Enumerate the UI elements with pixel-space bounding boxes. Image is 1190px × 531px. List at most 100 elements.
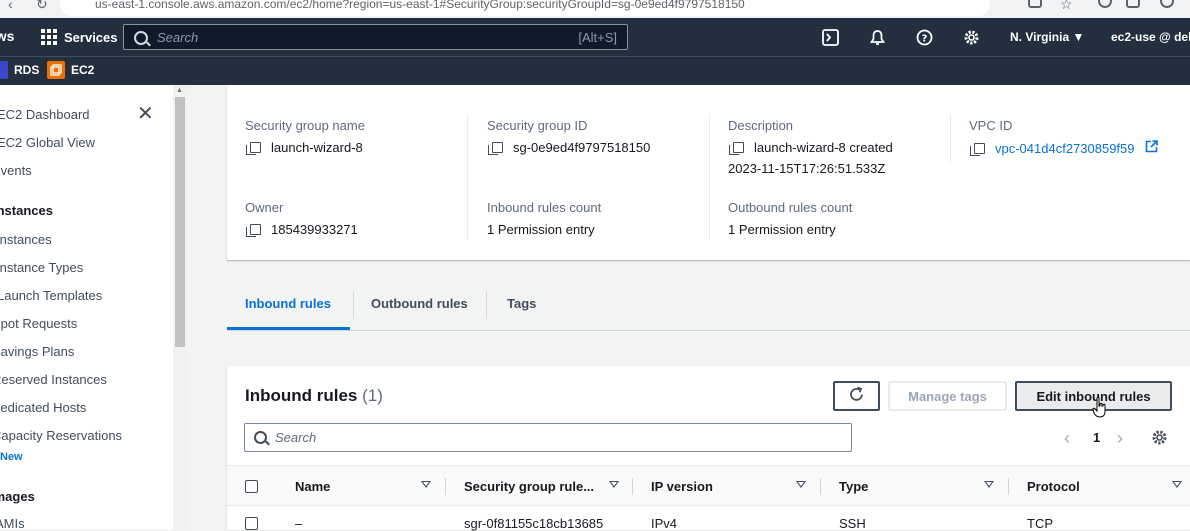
download-icon[interactable] <box>1126 0 1140 8</box>
browser-chrome: ‹ ↻ us-east-1.console.aws.amazon.com/ec2… <box>0 0 1190 18</box>
nav-dedicated-hosts[interactable]: Dedicated Hosts <box>0 400 86 415</box>
rules-search-placeholder: Search <box>275 430 317 445</box>
owner-value: 185439933271 <box>246 222 358 237</box>
global-search-input[interactable]: Search [Alt+S] <box>123 24 628 50</box>
favorite-ec2-label: EC2 <box>71 63 95 77</box>
vpc-id-value: vpc-041d4cf2730859f59 <box>970 140 1158 156</box>
search-icon <box>254 431 267 444</box>
bell-icon[interactable] <box>868 28 886 46</box>
region-selector[interactable]: N. Virginia ▼ <box>1010 30 1084 44</box>
sidebar-scrollbar[interactable]: ▲ <box>173 85 187 529</box>
nav-section-instances[interactable]: Instances <box>0 203 53 218</box>
divider <box>709 114 710 240</box>
bookmark-star-icon[interactable]: ☆ <box>1060 0 1073 13</box>
filter-icon[interactable] <box>796 481 806 488</box>
caret-down-icon: ▼ <box>1072 30 1085 44</box>
copy-icon[interactable] <box>246 224 261 237</box>
extensions-icon[interactable] <box>1098 0 1112 8</box>
new-badge: New <box>0 451 23 463</box>
copy-icon[interactable] <box>729 142 744 155</box>
grid-icon <box>41 29 57 45</box>
help-icon[interactable]: ? <box>915 28 933 46</box>
description-label: Description <box>728 118 794 133</box>
manage-tags-button[interactable]: Manage tags <box>888 381 1007 411</box>
account-menu[interactable]: ec2-use @ dele <box>1111 30 1190 44</box>
column-header-name[interactable]: Name <box>295 479 330 494</box>
reload-icon[interactable]: ↻ <box>36 0 48 13</box>
column-header-type[interactable]: Type <box>839 479 868 494</box>
copy-icon[interactable] <box>970 142 985 156</box>
back-icon[interactable]: ‹ <box>8 0 13 12</box>
search-placeholder: Search <box>157 30 199 45</box>
column-header-rule-id[interactable]: Security group rule... <box>464 479 594 494</box>
rds-icon <box>0 61 8 79</box>
inbound-count-label: Inbound rules count <box>487 200 602 215</box>
services-menu-button[interactable]: Services <box>41 29 118 45</box>
copy-icon[interactable] <box>246 142 261 155</box>
external-link-icon[interactable] <box>1145 140 1158 156</box>
panel-title: Inbound rules (1) <box>245 386 383 406</box>
nav-savings-plans[interactable]: Savings Plans <box>0 344 74 359</box>
services-label: Services <box>64 29 118 45</box>
region-label: N. Virginia <box>1010 30 1070 44</box>
select-all-checkbox[interactable] <box>245 480 258 493</box>
nav-instances[interactable]: Instances <box>0 232 52 247</box>
nav-launch-templates[interactable]: Launch Templates <box>0 288 102 303</box>
nav-capacity-reservations[interactable]: Capacity Reservations <box>0 428 122 443</box>
address-bar[interactable]: us-east-1.console.aws.amazon.com/ec2/hom… <box>60 0 990 16</box>
vpc-id-link[interactable]: vpc-041d4cf2730859f59 <box>995 141 1135 156</box>
gear-icon[interactable] <box>962 28 980 46</box>
inbound-count-value: 1 Permission entry <box>487 222 595 237</box>
filter-icon[interactable] <box>421 481 431 488</box>
row-checkbox[interactable] <box>245 517 258 530</box>
page-number[interactable]: 1 <box>1093 430 1100 445</box>
active-tab-indicator <box>227 327 350 330</box>
scrollbar-thumb[interactable] <box>175 97 185 347</box>
aws-top-nav: aws Services Search [Alt+S] ? N. Virgini… <box>0 18 1190 56</box>
nav-instance-types[interactable]: Instance Types <box>0 260 83 275</box>
column-header-protocol[interactable]: Protocol <box>1027 479 1080 494</box>
share-icon[interactable] <box>1028 0 1042 8</box>
preferences-gear-icon[interactable] <box>1151 429 1168 451</box>
rules-search-input[interactable]: Search <box>244 423 852 452</box>
favorite-rds[interactable]: RDS <box>0 61 39 79</box>
tab-divider <box>486 292 487 319</box>
favorite-ec2[interactable]: EC2 <box>47 61 94 79</box>
rules-count: (1) <box>362 386 383 405</box>
nav-amis[interactable]: AMIs <box>0 516 25 529</box>
outbound-count-label: Outbound rules count <box>728 200 853 215</box>
divider <box>467 114 468 240</box>
hand-cursor-icon <box>1092 396 1108 423</box>
nav-ec2-global-view[interactable]: EC2 Global View <box>0 135 95 150</box>
cloudshell-icon[interactable] <box>821 28 839 46</box>
filter-icon[interactable] <box>984 481 994 488</box>
refresh-button[interactable] <box>833 381 880 411</box>
nav-ec2-dashboard[interactable]: EC2 Dashboard <box>0 107 90 122</box>
favorites-bar: RDS EC2 <box>0 56 1190 85</box>
sg-id-text: sg-0e9ed4f9797518150 <box>513 140 651 155</box>
tab-divider <box>353 292 354 319</box>
svg-text:?: ? <box>921 33 927 44</box>
filter-icon[interactable] <box>609 481 619 488</box>
scroll-up-icon[interactable]: ▲ <box>176 87 183 94</box>
panel-title-text: Inbound rules <box>245 386 358 405</box>
side-navigation: EC2 Dashboard ✕ EC2 Global View Events I… <box>0 85 173 529</box>
nav-events[interactable]: Events <box>0 163 32 178</box>
tab-tags[interactable]: Tags <box>507 296 536 311</box>
nav-reserved-instances[interactable]: Reserved Instances <box>0 372 107 387</box>
filter-icon[interactable] <box>1172 481 1182 488</box>
tab-outbound-rules[interactable]: Outbound rules <box>371 296 468 311</box>
aws-logo[interactable]: aws <box>0 28 14 44</box>
column-header-ip-version[interactable]: IP version <box>651 479 713 494</box>
prev-page-icon[interactable]: ‹ <box>1064 428 1070 449</box>
close-icon[interactable]: ✕ <box>137 104 154 124</box>
nav-spot-requests[interactable]: Spot Requests <box>0 316 77 331</box>
column-divider <box>445 478 446 495</box>
tab-inbound-rules[interactable]: Inbound rules <box>245 296 331 311</box>
next-page-icon[interactable]: › <box>1117 428 1123 449</box>
nav-section-images[interactable]: Images <box>0 489 35 504</box>
profile-icon[interactable] <box>1160 0 1174 8</box>
copy-icon[interactable] <box>488 142 503 155</box>
rules-tabs: Inbound rules Outbound rules Tags <box>227 290 1190 331</box>
column-divider <box>1008 478 1009 495</box>
